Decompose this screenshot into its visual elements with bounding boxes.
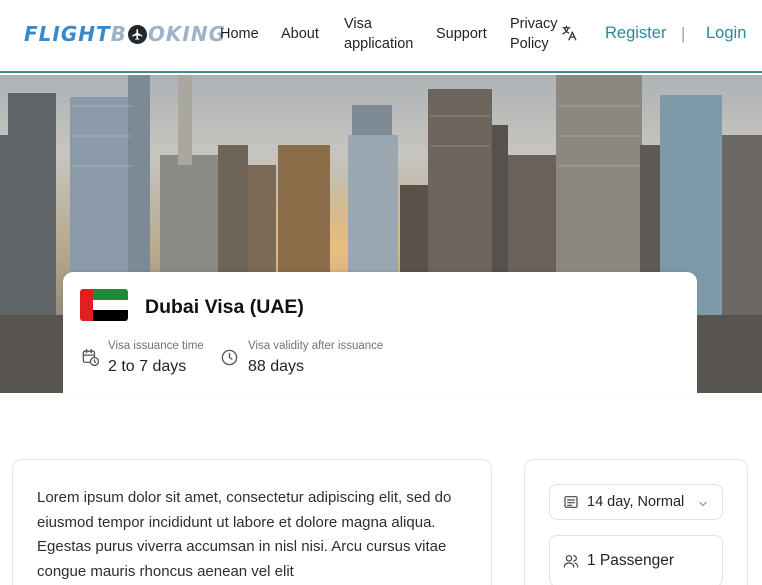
logo-text-booking: B OKING: [111, 22, 226, 46]
nav-visa-line2: application: [344, 36, 414, 52]
visa-plan-select[interactable]: 14 day, Normal: [549, 484, 723, 520]
register-link[interactable]: Register: [605, 24, 666, 43]
login-link[interactable]: Login: [706, 24, 746, 43]
users-icon: [563, 553, 579, 569]
nav-support[interactable]: Support: [436, 24, 487, 44]
issuance-time-label: Visa issuance time: [108, 340, 204, 352]
nav-privacy-line1: Privacy: [510, 16, 558, 32]
logo-text-flight: FLIGHT: [24, 22, 111, 46]
visa-description-text: Lorem ipsum dolor sit amet, consectetur …: [37, 489, 452, 580]
uae-flag-icon: [80, 289, 128, 321]
auth-separator: |: [681, 24, 686, 43]
nav-home[interactable]: Home: [220, 24, 259, 44]
chevron-down-icon: [697, 497, 709, 509]
clock-icon: [220, 348, 239, 367]
nav-about[interactable]: About: [281, 24, 319, 44]
nav-privacy-line2: Policy: [510, 36, 549, 52]
validity-value: 88 days: [248, 358, 305, 375]
nav-visa-line1: Visa: [344, 16, 372, 32]
passenger-count: 1 Passenger: [587, 552, 675, 569]
calendar-clock-icon: [81, 348, 100, 367]
list-icon: [563, 494, 579, 510]
visa-title: Dubai Visa (UAE): [145, 296, 304, 318]
visa-summary-card: Dubai Visa (UAE) Visa issuance time 2 to…: [63, 272, 697, 394]
brand-logo[interactable]: FLIGHT B OKING: [24, 22, 226, 46]
logo-text-oking: OKING: [147, 22, 227, 46]
booking-options-card: 14 day, Normal 1 Passenger: [524, 459, 748, 585]
validity-label: Visa validity after issuance: [248, 340, 384, 352]
nav-privacy-policy[interactable]: Privacy Policy: [510, 14, 558, 54]
translate-icon[interactable]: [560, 24, 578, 42]
issuance-time-value: 2 to 7 days: [108, 358, 187, 375]
plane-icon: [127, 24, 147, 44]
visa-description-card: Lorem ipsum dolor sit amet, consectetur …: [12, 459, 492, 585]
nav-visa-application[interactable]: Visa application: [344, 14, 413, 54]
passenger-selector[interactable]: 1 Passenger: [549, 535, 723, 585]
logo-text-b: B: [110, 22, 127, 46]
visa-plan-value: 14 day, Normal: [587, 494, 685, 510]
top-navbar: FLIGHT B OKING Home About Visa applicati…: [0, 0, 762, 73]
